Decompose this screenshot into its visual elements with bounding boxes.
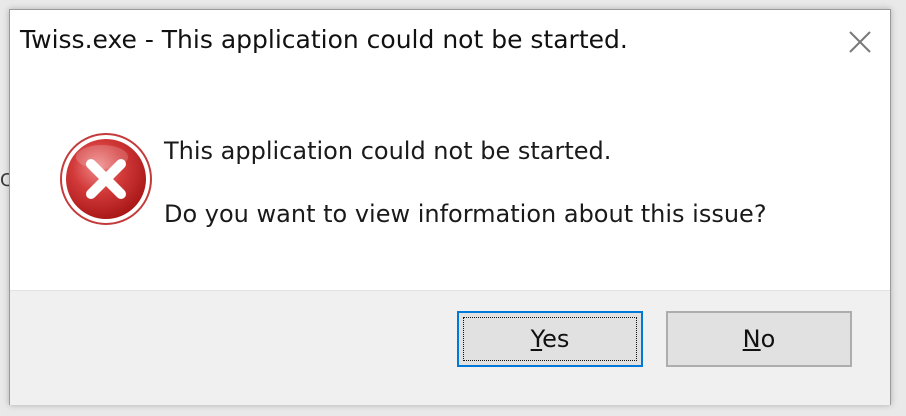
focus-rectangle (463, 317, 637, 361)
question-message: Do you want to view information about th… (164, 200, 767, 228)
no-button[interactable]: No (666, 311, 852, 367)
error-icon (58, 131, 154, 227)
no-button-label: No (742, 325, 776, 353)
dialog-button-bar: Yes No (10, 290, 890, 405)
close-icon (849, 31, 871, 53)
dialog-titlebar: Twiss.exe - This application could not b… (10, 10, 890, 76)
error-dialog: Twiss.exe - This application could not b… (9, 9, 891, 405)
close-button[interactable] (844, 26, 876, 58)
yes-button[interactable]: Yes (457, 311, 643, 367)
error-message: This application could not be started. (164, 137, 612, 165)
dialog-title: Twiss.exe - This application could not b… (20, 25, 628, 54)
dialog-content: This application could not be started. D… (10, 76, 890, 290)
